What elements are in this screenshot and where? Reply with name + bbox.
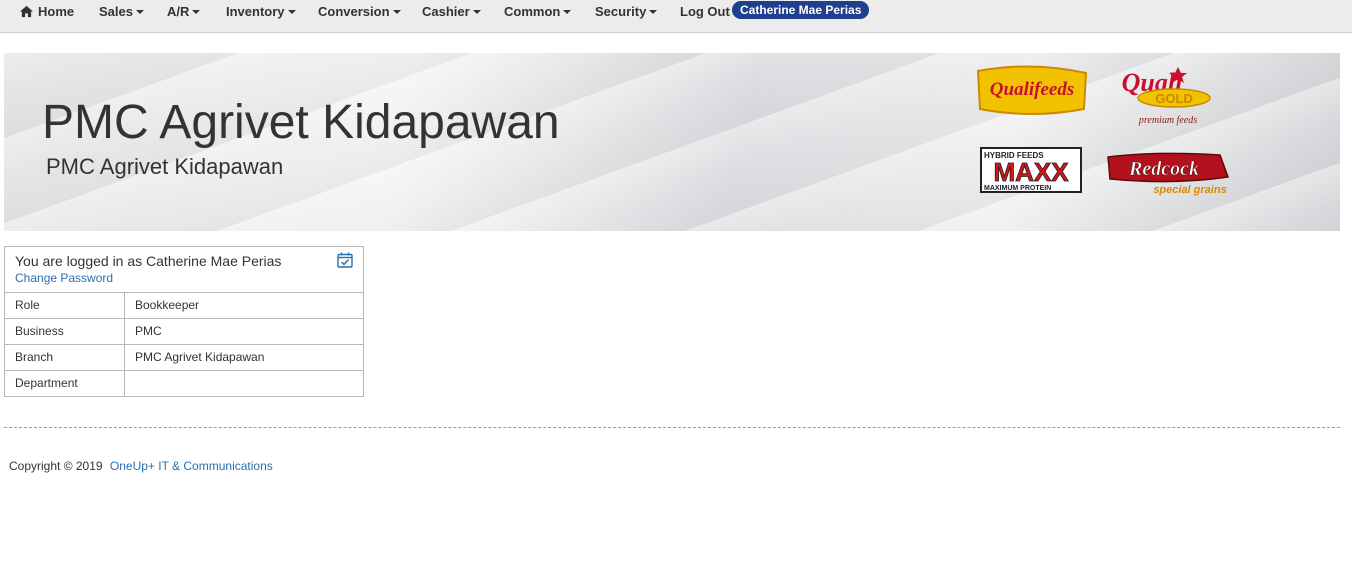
info-value: PMC	[135, 324, 162, 338]
maxx-logo: HYBRID FEEDS MAXX MAXIMUM PROTEIN	[980, 147, 1082, 193]
info-value: Bookkeeper	[135, 298, 200, 312]
qualigold-logo: Quali GOLD premium feeds	[1122, 67, 1211, 126]
qualifeeds-logo: Qualifeeds	[976, 65, 1088, 115]
qualigold-gold-text: GOLD	[1155, 91, 1193, 106]
maxx-bottom-text: MAXIMUM PROTEIN	[984, 185, 1051, 192]
nav-security[interactable]: Security	[595, 0, 658, 22]
redcock-tagline: special grains	[1153, 184, 1226, 196]
chevron-down-icon	[135, 10, 144, 14]
user-info-panel: You are logged in as Catherine Mae Peria…	[4, 246, 364, 397]
top-navbar: Home Sales A/R Inventory Conversion Cash…	[0, 0, 1352, 33]
chevron-down-icon	[287, 10, 296, 14]
info-value	[125, 371, 363, 396]
chevron-down-icon	[649, 10, 658, 14]
chevron-down-icon	[192, 10, 201, 14]
info-label: Branch	[5, 345, 125, 370]
nav-home[interactable]: Home	[19, 0, 74, 22]
qualigold-tagline: premium feeds	[1138, 115, 1197, 126]
chevron-down-icon	[472, 10, 481, 14]
user-badge[interactable]: Catherine Mae Perias	[732, 1, 870, 19]
maxx-logo-text: MAXX	[993, 157, 1069, 187]
nav-common[interactable]: Common	[504, 0, 572, 22]
chevron-down-icon	[563, 10, 572, 14]
redcock-logo: Redcock special grains	[1107, 152, 1230, 196]
calendar-check-icon[interactable]	[337, 252, 353, 268]
info-label: Role	[5, 293, 125, 318]
nav-conversion-label: Conversion	[318, 3, 390, 19]
info-row-department: Department	[5, 371, 363, 396]
redcock-logo-text: Redcock	[1128, 158, 1199, 180]
header-banner: PMC Agrivet Kidapawan PMC Agrivet Kidapa…	[4, 53, 1340, 231]
nav-conversion[interactable]: Conversion	[318, 0, 401, 22]
nav-sales-label: Sales	[99, 3, 133, 19]
footer: Copyright © 2019 OneUp+ IT & Communicati…	[9, 459, 273, 473]
info-row-branch: Branch PMC Agrivet Kidapawan	[5, 345, 363, 371]
chevron-down-icon	[392, 10, 401, 14]
copyright-text: Copyright © 2019	[9, 459, 103, 473]
nav-logout[interactable]: Log Out	[680, 0, 730, 22]
nav-cashier[interactable]: Cashier	[422, 0, 481, 22]
page-title: PMC Agrivet Kidapawan	[42, 96, 560, 149]
change-password-link[interactable]: Change Password	[15, 271, 113, 285]
nav-ar[interactable]: A/R	[167, 0, 201, 22]
qualifeeds-logo-text: Qualifeeds	[990, 79, 1074, 100]
info-label: Business	[5, 319, 125, 344]
nav-common-label: Common	[504, 3, 561, 19]
nav-home-label: Home	[38, 3, 75, 19]
panel-header: You are logged in as Catherine Mae Peria…	[5, 247, 363, 293]
footer-divider	[4, 427, 1340, 428]
company-link[interactable]: OneUp+ IT & Communications	[110, 459, 273, 473]
nav-security-label: Security	[595, 3, 647, 19]
info-row-business: Business PMC	[5, 319, 363, 345]
home-icon	[20, 5, 33, 17]
nav-sales[interactable]: Sales	[99, 0, 144, 22]
nav-cashier-label: Cashier	[422, 3, 470, 19]
nav-inventory-label: Inventory	[226, 3, 285, 19]
nav-inventory[interactable]: Inventory	[226, 0, 296, 22]
logged-in-text: You are logged in as Catherine Mae Peria…	[15, 253, 282, 269]
page-subtitle: PMC Agrivet Kidapawan	[46, 154, 284, 179]
info-row-role: Role Bookkeeper	[5, 293, 363, 319]
nav-logout-label: Log Out	[680, 3, 730, 19]
info-label: Department	[5, 371, 125, 396]
info-value: PMC Agrivet Kidapawan	[135, 350, 265, 364]
nav-ar-label: A/R	[167, 3, 190, 19]
